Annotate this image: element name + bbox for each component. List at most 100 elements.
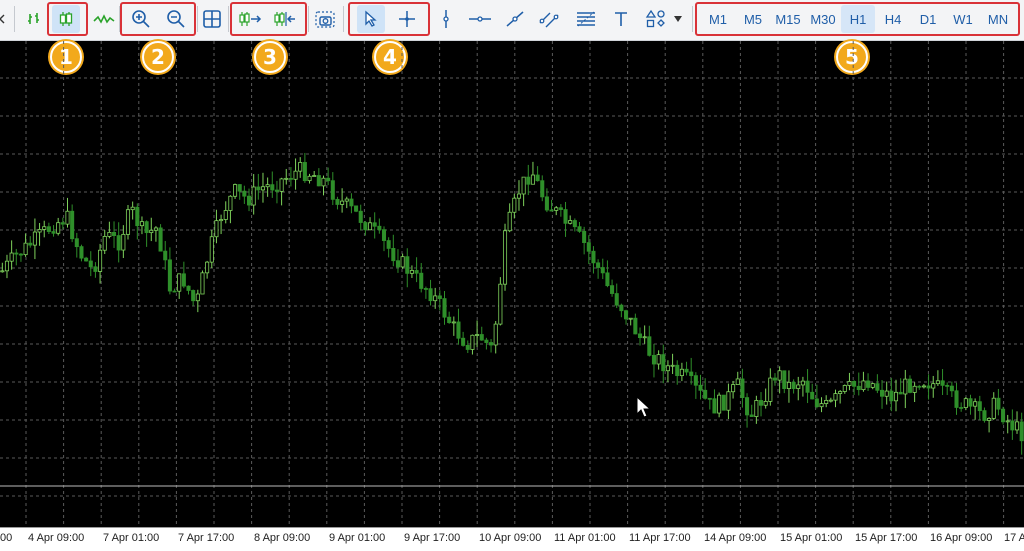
candle-body: [786, 381, 791, 389]
candle-body: [758, 400, 764, 406]
channel-button[interactable]: [535, 5, 563, 33]
crosshair-button[interactable]: [393, 5, 421, 33]
candle-body: [740, 378, 745, 399]
zoom-out-button[interactable]: [162, 5, 190, 33]
grid-icon: [203, 10, 221, 28]
timeframe-m5[interactable]: M5: [736, 5, 770, 33]
candle-body: [209, 236, 214, 263]
candle-body: [456, 321, 461, 339]
toolbar: M1 M5 M15 M30 H1 H4 D1 W1 MN: [0, 0, 1024, 41]
candle-body: [586, 242, 591, 252]
shapes-button[interactable]: [642, 5, 670, 33]
dropdown-arrow-icon: [674, 16, 682, 22]
candle-body: [14, 252, 19, 255]
candle-body: [735, 378, 740, 386]
candle-body: [372, 222, 377, 227]
timeframe-d1[interactable]: D1: [911, 5, 945, 33]
time-axis-label: 15 Apr 17:00: [855, 532, 918, 544]
candle-body: [479, 334, 484, 341]
candle-body: [619, 304, 624, 312]
candle-body: [316, 175, 321, 187]
candle-body: [46, 226, 51, 232]
cursor-button[interactable]: [357, 5, 385, 33]
zoom-in-button[interactable]: [127, 5, 155, 33]
candle-body: [349, 198, 354, 207]
candle-body: [144, 221, 149, 234]
candle-body: [507, 211, 512, 232]
autoscroll-button[interactable]: [236, 5, 264, 33]
partial-icon[interactable]: [0, 5, 14, 33]
candle-body: [205, 261, 210, 274]
candle-body: [810, 391, 815, 400]
separator: [308, 6, 309, 32]
timeframe-mn[interactable]: MN: [981, 5, 1015, 33]
candle-body: [982, 410, 987, 421]
chart-grid: [0, 41, 1024, 527]
fibonacci-button[interactable]: [572, 5, 600, 33]
candle-body: [395, 260, 400, 268]
candle-body: [726, 391, 731, 411]
candle-body: [214, 220, 219, 238]
candle-body: [461, 337, 466, 346]
bar-chart-button[interactable]: [20, 5, 48, 33]
candle-body: [18, 253, 23, 256]
candle-body: [684, 368, 689, 373]
candle-body: [70, 210, 75, 240]
candle-body: [712, 398, 717, 414]
candle-body: [591, 250, 596, 264]
text-button[interactable]: [607, 5, 635, 33]
mouse-pointer-icon: [636, 396, 652, 418]
timeframe-m30[interactable]: M30: [806, 5, 840, 33]
candle-body: [516, 193, 522, 199]
timeframe-w1[interactable]: W1: [946, 5, 980, 33]
candle-body: [60, 222, 65, 225]
time-axis-label: 7 Apr 17:00: [178, 532, 235, 544]
candle-body: [530, 174, 535, 185]
candle-body: [177, 273, 182, 292]
candle-body: [391, 248, 396, 262]
timeframe-h4[interactable]: H4: [876, 5, 910, 33]
line-chart-button[interactable]: [90, 5, 118, 33]
trendline-button[interactable]: [501, 5, 529, 33]
candle-body: [884, 390, 889, 397]
candle-body: [409, 270, 414, 274]
candle-body: [344, 198, 349, 202]
candle-body: [703, 389, 708, 399]
time-axis-label: 9 Apr 17:00: [404, 532, 461, 544]
candle-body: [549, 209, 554, 212]
candle-body: [880, 389, 885, 397]
candle-body: [419, 272, 424, 289]
timeframe-m15[interactable]: M15: [771, 5, 805, 33]
vertical-line-button[interactable]: [432, 5, 460, 33]
candle-body: [596, 262, 601, 268]
candle-body: [489, 342, 494, 346]
candle-body: [37, 229, 42, 233]
candle-body: [368, 222, 373, 231]
candle-body: [856, 385, 861, 391]
candle-body: [637, 333, 643, 339]
horizontal-line-button[interactable]: [466, 5, 494, 33]
candle-body: [582, 230, 587, 243]
candlestick-chart-button[interactable]: [52, 5, 80, 33]
candle-body: [926, 385, 931, 389]
screenshot-button[interactable]: [311, 5, 339, 33]
timeframe-h1[interactable]: H1: [841, 5, 875, 33]
more-tools-button[interactable]: [668, 5, 688, 33]
shapes-icon: [645, 9, 665, 28]
trendline-icon: [506, 11, 524, 27]
candle-body: [647, 336, 652, 356]
candle-body: [181, 273, 186, 287]
grid-button[interactable]: [198, 5, 226, 33]
time-axis-label: 4 Apr 09:00: [28, 532, 85, 544]
chart-shift-button[interactable]: [271, 5, 299, 33]
candle-body: [502, 230, 508, 285]
timeframe-m1[interactable]: M1: [701, 5, 735, 33]
candle-body: [298, 162, 303, 172]
candle-body: [749, 414, 754, 417]
candle-body: [698, 384, 703, 391]
price-chart[interactable]: [0, 41, 1024, 527]
bar-chart-icon: [28, 13, 39, 24]
candle-body: [949, 385, 954, 392]
candle-body: [307, 175, 312, 182]
candle-body: [987, 417, 992, 421]
